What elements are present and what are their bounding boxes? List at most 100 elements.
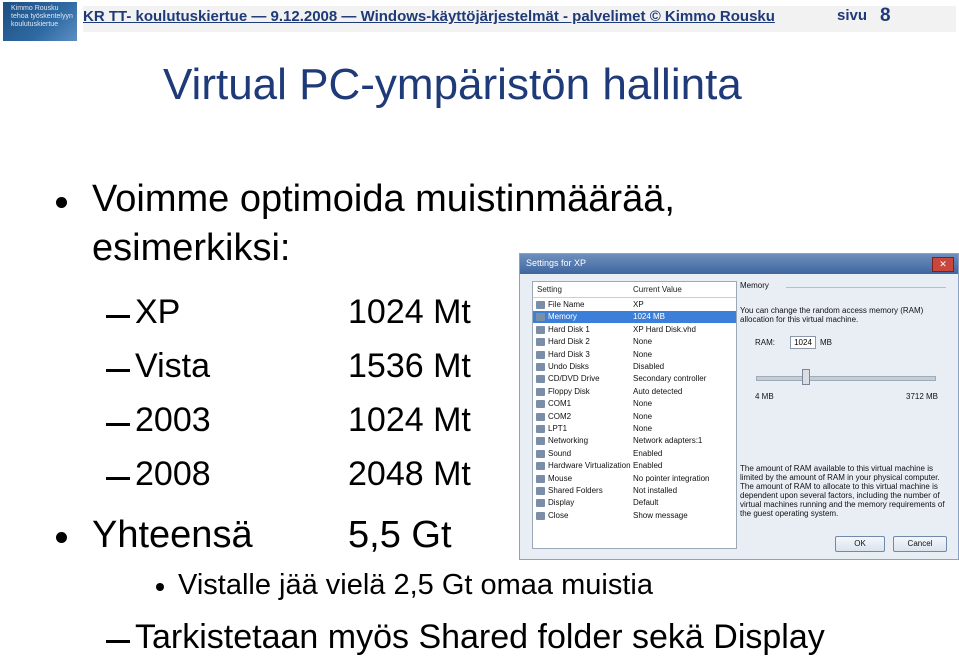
bullet-1-line-2: esimerkiksi: [92, 227, 291, 269]
list-item[interactable]: Floppy Disk Auto detected [533, 386, 736, 398]
setting-name: Sound [548, 448, 572, 458]
memory-section-title: Memory [740, 281, 769, 290]
setting-icon [536, 437, 545, 446]
setting-icon [536, 313, 545, 322]
page-number: 8 [880, 5, 891, 26]
last-dash-text: Tarkistetaan myös Shared folder sekä Dis… [135, 618, 825, 656]
item-value-2008: 2048 Mt [348, 455, 471, 493]
dash-xp [106, 315, 130, 318]
list-item[interactable]: Hard Disk 2 None [533, 336, 736, 348]
setting-icon [536, 449, 545, 458]
setting-name: Mouse [548, 473, 573, 483]
list-item[interactable]: Sound Enabled [533, 448, 736, 460]
logo-line-1: Kimmo Rousku [11, 5, 59, 12]
list-item[interactable]: File Name XP [533, 299, 736, 311]
setting-value: Not installed [633, 486, 678, 495]
setting-name: LPT1 [548, 424, 568, 433]
list-item[interactable]: Hard Disk 3 None [533, 349, 736, 361]
setting-name: Close [548, 510, 569, 520]
setting-name: Floppy Disk [548, 386, 590, 396]
list-item[interactable]: LPT1 None [533, 423, 736, 435]
list-item[interactable]: Shared Folders Not installed [533, 485, 736, 497]
setting-value: None [633, 349, 653, 359]
total-label: Yhteensä [92, 514, 253, 556]
setting-icon [536, 301, 545, 309]
close-icon[interactable]: ✕ [932, 257, 954, 272]
setting-name: COM1 [548, 399, 572, 409]
brand-logo: Kimmo Rousku tehoa työskentelyyn koulutu… [3, 2, 77, 41]
sub-bullet-text: Vistalle jää vielä 2,5 Gt omaa muistia [178, 569, 653, 601]
list-header: Setting Current Value [533, 282, 736, 298]
setting-icon [536, 425, 545, 433]
list-item[interactable]: CD/DVD Drive Secondary controller [533, 373, 736, 385]
bullet-dot [56, 532, 67, 543]
list-item[interactable]: Memory 1024 MB [533, 311, 736, 324]
list-item[interactable]: Undo Disks Disabled [533, 361, 736, 373]
setting-name: Display [548, 498, 575, 508]
settings-dialog: Settings for XP ✕ Setting Current Value … [519, 253, 959, 560]
setting-icon [536, 387, 545, 396]
ram-slider-thumb[interactable] [801, 369, 810, 385]
cancel-button[interactable]: Cancel [893, 536, 947, 552]
slide-header: KR TT- koulutuskiertue — 9.12.2008 — Win… [83, 5, 956, 36]
setting-value: XP Hard Disk.vhd [633, 324, 696, 334]
setting-value: None [633, 424, 653, 433]
item-name-xp: XP [135, 293, 181, 331]
list-item[interactable]: Mouse No pointer integration [533, 473, 736, 485]
list-item[interactable]: Hard Disk 1 XP Hard Disk.vhd [533, 324, 736, 336]
setting-icon [536, 412, 545, 421]
ram-unit: MB [820, 338, 832, 347]
setting-icon [536, 338, 545, 347]
logo-line-3: koulutuskiertue [11, 21, 59, 28]
setting-value: Disabled [633, 362, 665, 371]
setting-icon [536, 350, 545, 359]
slide-title: Virtual PC-ympäristön hallinta [163, 60, 742, 109]
setting-name: File Name [548, 300, 585, 309]
item-value-xp: 1024 Mt [348, 293, 471, 331]
setting-value: 1024 MB [633, 312, 666, 322]
setting-value: Default [633, 498, 659, 508]
list-item[interactable]: Display Default [533, 497, 736, 509]
setting-value: Enabled [633, 461, 663, 471]
setting-value: Auto detected [633, 386, 683, 396]
setting-name: Undo Disks [548, 362, 589, 371]
total-value: 5,5 Gt [348, 514, 452, 556]
list-item[interactable]: Networking Network adapters:1 [533, 435, 736, 447]
setting-value: None [633, 411, 653, 421]
slider-max-label: 3712 MB [906, 392, 939, 401]
setting-icon [536, 487, 545, 495]
section-divider [786, 287, 946, 288]
setting-name: Hard Disk 3 [548, 349, 590, 359]
dash-last [106, 640, 130, 643]
setting-value: Secondary controller [633, 374, 707, 384]
setting-icon [536, 474, 545, 483]
item-name-2008: 2008 [135, 455, 211, 493]
setting-name: Hardware Virtualization [548, 461, 631, 471]
item-value-vista: 1536 Mt [348, 347, 471, 385]
ram-input[interactable]: 1024 [790, 336, 816, 349]
setting-value: XP [633, 300, 644, 309]
setting-name: CD/DVD Drive [548, 374, 600, 384]
dialog-title: Settings for XP [526, 258, 587, 268]
ok-button[interactable]: OK [835, 536, 885, 552]
memory-description: You can change the random access memory … [740, 306, 924, 324]
dash-2008 [106, 477, 130, 480]
slider-min-label: 4 MB [755, 392, 774, 401]
setting-value: Network adapters:1 [633, 436, 703, 446]
list-item[interactable]: COM2 None [533, 411, 736, 423]
item-name-2003: 2003 [135, 401, 211, 439]
header-text: KR TT- koulutuskiertue — 9.12.2008 — Win… [83, 8, 775, 25]
setting-icon [536, 325, 545, 334]
ram-slider-track[interactable] [756, 376, 936, 381]
page-label: sivu [837, 7, 868, 24]
setting-value: None [633, 337, 653, 347]
list-item[interactable]: COM1 None [533, 398, 736, 410]
setting-name: Networking [548, 436, 589, 446]
item-value-2003: 1024 Mt [348, 401, 471, 439]
setting-name: Hard Disk 2 [548, 337, 590, 347]
setting-icon [536, 462, 545, 471]
list-item[interactable]: Close Show message [533, 510, 736, 522]
sub-bullet-dot [156, 583, 164, 591]
settings-list: Setting Current Value File Name XP Memory 1… [532, 281, 737, 549]
list-item[interactable]: Hardware Virtualization Enabled [533, 460, 736, 472]
